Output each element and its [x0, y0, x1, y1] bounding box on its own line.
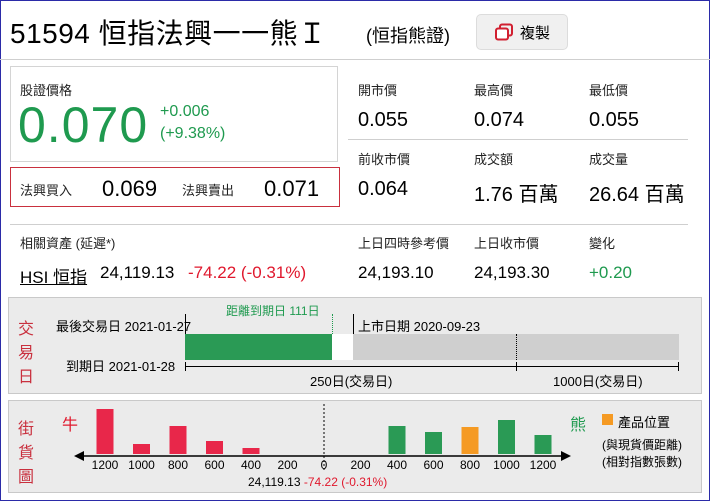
bar-熊-11 — [498, 420, 515, 454]
warrant-title: 51594 恒指法興一一熊Ｉ — [10, 18, 327, 49]
bar-產品位置-10 — [461, 427, 479, 454]
bid-price: 0.069 — [102, 176, 158, 201]
tick-label: 600 — [204, 458, 224, 472]
ref-price-label: 上日四時參考價 — [358, 236, 450, 251]
open-label: 開市價 — [358, 83, 398, 98]
warrant-price: 0.070 — [18, 97, 149, 153]
underlying-price: 24,119.13 — [100, 263, 175, 282]
underlying-divider — [10, 224, 688, 225]
low-label: 最低價 — [589, 83, 629, 98]
axis-tick-end — [678, 362, 679, 371]
center-price-row: 24,119.13 -74.22 (-0.31%) — [248, 475, 387, 489]
axis-divider-marker — [516, 334, 517, 360]
tick-label: 800 — [460, 458, 480, 472]
days-to-expiry-label: 距離到期日 111日 — [226, 304, 320, 318]
days-to-expiry-marker — [332, 314, 333, 334]
header-divider — [0, 59, 710, 60]
tick-label: 0 — [321, 458, 328, 472]
ask-price: 0.071 — [264, 176, 320, 201]
tick-label: 1000 — [493, 458, 520, 472]
prev-close-ref-label: 上日收市價 — [474, 236, 540, 251]
underlying-change: -74.22 (-0.31%) — [188, 263, 307, 282]
bar-熊-8 — [388, 426, 406, 454]
legend-note-distance: (與現貨價距離) — [602, 438, 682, 452]
tick-label: 800 — [168, 458, 188, 472]
bar-牛-3 — [206, 441, 223, 454]
street-title: 街貨圖 — [18, 418, 34, 490]
prev-close-ref-value: 24,193.30 — [474, 263, 550, 282]
tick-label: 1200 — [92, 458, 119, 472]
warrant-type: (恒指熊證) — [366, 26, 450, 46]
turnover-value: 1.76 百萬 — [474, 184, 559, 206]
tick-label: 400 — [241, 458, 261, 472]
listing-marker — [353, 314, 354, 334]
center-change: -74.22 (-0.31%) — [303, 475, 388, 489]
ref-change-label: 變化 — [589, 236, 616, 251]
copy-icon — [494, 23, 514, 41]
elapsed-days-bar — [185, 334, 332, 360]
price-change-pct: (+9.38%) — [160, 125, 226, 142]
tick-label: 200 — [277, 458, 297, 472]
remaining-gap-bar — [332, 334, 353, 360]
last-trade-marker — [185, 314, 186, 334]
legend-label: 產品位置 — [618, 415, 671, 430]
tick-label: 200 — [350, 458, 370, 472]
ref-change-value: +0.20 — [589, 263, 633, 282]
axis-left-arrow — [74, 451, 84, 461]
bar-牛-4 — [242, 448, 260, 454]
center-price: 24,119.13 — [248, 475, 301, 489]
legend-swatch — [602, 414, 613, 425]
street-title-text: 街貨圖 — [18, 421, 35, 486]
underlying-link[interactable]: HSI 恒指 — [20, 263, 87, 288]
prev-close-value: 0.064 — [358, 178, 409, 200]
tick-label: 400 — [387, 458, 407, 472]
bid-label: 法興買入 — [20, 183, 73, 198]
listing-date-label: 上市日期 2020-09-23 — [358, 319, 481, 334]
price-change: +0.006 — [160, 103, 210, 120]
tick-label: 600 — [423, 458, 443, 472]
turnover-label: 成交額 — [474, 152, 514, 167]
ref-price-value: 24,193.10 — [358, 263, 434, 282]
prev-close-label: 前收市價 — [358, 152, 411, 167]
copy-button[interactable]: 複製 — [476, 14, 568, 50]
stats-divider — [348, 139, 688, 140]
axis2-label: 1000日(交易日) — [553, 374, 643, 389]
last-trade-label: 最後交易日 2021-01-27 — [56, 319, 192, 334]
bar-牛-1 — [133, 444, 150, 454]
underlying-label: 相關資產 (延遲*) — [20, 236, 116, 251]
bar-熊-9 — [425, 432, 442, 454]
high-label: 最高價 — [474, 83, 514, 98]
expiry-label: 到期日 2021-01-28 — [66, 359, 176, 374]
tick-label: 1200 — [530, 458, 557, 472]
volume-value: 26.64 百萬 — [589, 184, 685, 206]
trading-days-title-text: 交易日 — [18, 321, 35, 386]
high-value: 0.074 — [474, 109, 525, 131]
low-value: 0.055 — [589, 109, 640, 131]
bar-牛-0 — [96, 409, 114, 454]
bar-熊-12 — [534, 435, 552, 454]
legend-note-ratio: (相對指數張數) — [602, 455, 682, 469]
bar-牛-2 — [169, 426, 187, 454]
trading-days-title: 交易日 — [18, 318, 34, 390]
open-value: 0.055 — [358, 109, 409, 131]
axis-tick-start — [185, 362, 186, 371]
days-axis — [185, 366, 679, 367]
axis-right-arrow — [561, 451, 571, 461]
axis1-label: 250日(交易日) — [310, 374, 393, 389]
axis-tick-mid — [516, 362, 517, 371]
ask-label: 法興賣出 — [182, 183, 235, 198]
copy-label: 複製 — [519, 24, 550, 42]
volume-label: 成交量 — [589, 152, 629, 167]
tick-label: 1000 — [128, 458, 155, 472]
